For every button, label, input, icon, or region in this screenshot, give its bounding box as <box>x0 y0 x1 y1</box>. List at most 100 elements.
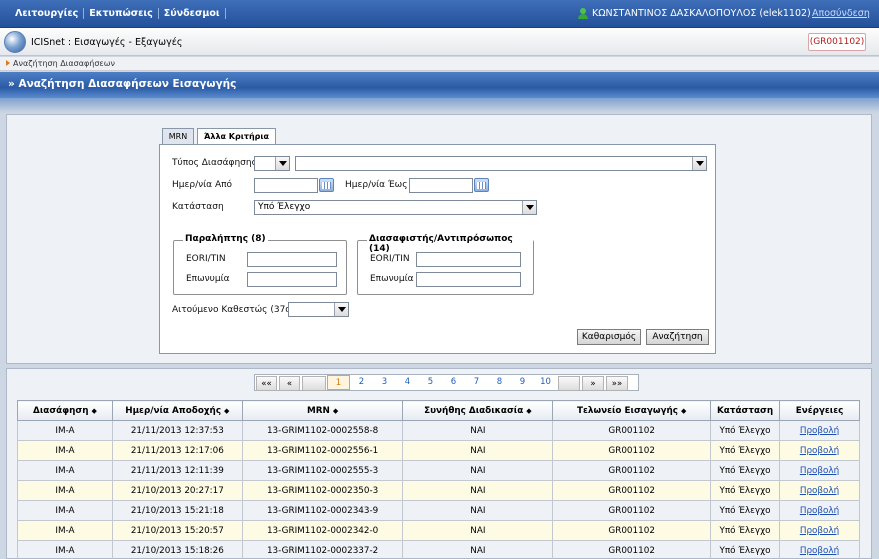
view-link[interactable]: Προβολή <box>800 526 839 536</box>
tab-other-criteria[interactable]: Άλλα Κριτήρια <box>197 128 276 145</box>
pager-page[interactable]: 1 <box>327 375 350 390</box>
menu-item-functions[interactable]: Λειτουργίες <box>10 8 85 19</box>
table-row: IM-A 21/10/2013 15:18:26 13-GRIM1102-000… <box>17 540 860 559</box>
sort-icon: ◆ <box>91 406 97 415</box>
cell-actions: Προβολή <box>779 500 860 521</box>
search-button[interactable]: Αναζήτηση <box>646 329 709 345</box>
cell-customs-office: GR001102 <box>552 540 712 559</box>
cell-acceptance-date: 21/11/2013 12:37:53 <box>111 420 243 441</box>
consignee-eori-input[interactable] <box>247 252 337 267</box>
declarant-name-label: Επωνυμία <box>370 274 414 284</box>
table-row: IM-A 21/11/2013 12:11:39 13-GRIM1102-000… <box>17 460 860 481</box>
cell-actions: Προβολή <box>779 480 860 501</box>
menu-item-prints[interactable]: Εκτυπώσεις <box>84 8 159 19</box>
declaration-type-label: Τύπος Διασάφησης <box>172 158 257 168</box>
column-header-status: Κατάσταση <box>710 400 781 421</box>
cell-declaration: IM-A <box>17 440 113 461</box>
declaration-type-description-select[interactable] <box>295 156 707 171</box>
breadcrumb-item[interactable]: Αναζήτηση Διασαφήσεων <box>13 59 115 68</box>
cell-mrn: 13-GRIM1102-0002555-3 <box>241 460 404 481</box>
declarant-group: Διασαφιστής/Αντιπρόσωπος (14) EORI/TIN Ε… <box>357 234 534 295</box>
column-header-mrn[interactable]: MRN ◆ <box>241 400 404 421</box>
cell-usual-procedure: NAI <box>402 520 554 541</box>
cell-customs-office: GR001102 <box>552 520 712 541</box>
view-link[interactable]: Προβολή <box>800 486 839 496</box>
cell-status: Υπό Έλεγχο <box>710 440 781 461</box>
calendar-icon[interactable] <box>474 178 489 192</box>
cell-status: Υπό Έλεγχο <box>710 540 781 559</box>
cell-actions: Προβολή <box>779 460 860 481</box>
declarant-eori-label: EORI/TIN <box>370 254 410 264</box>
user-name: ΚΩΝΣΤΑΝΤΙΝΟΣ ΔΑΣΚΑΛΟΠΟΥΛΟΣ (elek1102) <box>592 8 811 19</box>
pager-spacer <box>302 376 326 391</box>
pagination: «« « 1 2 3 4 5 6 7 8 9 10 » »» <box>254 374 639 391</box>
declarant-name-input[interactable] <box>416 272 521 287</box>
user-info: ΚΩΝΣΤΑΝΤΙΝΟΣ ΔΑΣΚΑΛΟΠΟΥΛΟΣ (elek1102) <box>578 8 811 19</box>
pager-next-button[interactable]: » <box>582 376 604 391</box>
cell-usual-procedure: NAI <box>402 440 554 461</box>
cell-customs-office: GR001102 <box>552 500 712 521</box>
pager-page[interactable]: 4 <box>396 375 419 390</box>
cell-declaration: IM-A <box>17 480 113 501</box>
section-divider <box>0 98 879 113</box>
column-header-acceptance-date[interactable]: Ημερ/νία Αποδοχής ◆ <box>111 400 243 421</box>
column-header-customs-office[interactable]: Τελωνείο Εισαγωγής ◆ <box>552 400 712 421</box>
pager-last-button[interactable]: »» <box>606 376 628 391</box>
cell-usual-procedure: NAI <box>402 540 554 559</box>
cell-mrn: 13-GRIM1102-0002337-2 <box>241 540 404 559</box>
column-header-usual-procedure[interactable]: Συνήθης Διαδικασία ◆ <box>402 400 554 421</box>
globe-logo-icon <box>4 31 26 53</box>
declaration-type-select[interactable] <box>254 156 290 171</box>
consignee-name-input[interactable] <box>247 272 337 287</box>
cell-declaration: IM-A <box>17 520 113 541</box>
logout-link[interactable]: Αποσύνδεση <box>812 8 870 19</box>
customs-office-badge: (GR001102) <box>808 33 866 51</box>
pager-page[interactable]: 7 <box>465 375 488 390</box>
pager-first-button[interactable]: «« <box>256 376 277 391</box>
column-header-declaration[interactable]: Διασάφηση ◆ <box>17 400 113 421</box>
requested-regime-select[interactable] <box>288 302 349 317</box>
pager-page[interactable]: 6 <box>442 375 465 390</box>
pager-page[interactable]: 3 <box>373 375 396 390</box>
table-row: IM-A 21/11/2013 12:37:53 13-GRIM1102-000… <box>17 420 860 441</box>
view-link[interactable]: Προβολή <box>800 426 839 436</box>
view-link[interactable]: Προβολή <box>800 446 839 456</box>
cell-customs-office: GR001102 <box>552 420 712 441</box>
pager-page[interactable]: 8 <box>488 375 511 390</box>
menu-item-links[interactable]: Σύνδεσμοι <box>159 8 226 19</box>
status-select[interactable]: Υπό Έλεγχο <box>254 200 537 215</box>
cell-declaration: IM-A <box>17 540 113 559</box>
pager-page[interactable]: 2 <box>350 375 373 390</box>
view-link[interactable]: Προβολή <box>800 546 839 556</box>
table-row: IM-A 21/10/2013 15:20:57 13-GRIM1102-000… <box>17 520 860 541</box>
pager-spacer <box>558 376 580 391</box>
date-from-input[interactable] <box>254 178 318 193</box>
main-menu: Λειτουργίες Εκτυπώσεις Σύνδεσμοι <box>10 8 226 19</box>
calendar-icon[interactable] <box>319 178 334 192</box>
cell-actions: Προβολή <box>779 520 860 541</box>
pager-page[interactable]: 9 <box>511 375 534 390</box>
cell-usual-procedure: NAI <box>402 460 554 481</box>
view-link[interactable]: Προβολή <box>800 466 839 476</box>
cell-status: Υπό Έλεγχο <box>710 500 781 521</box>
pager-page[interactable]: 5 <box>419 375 442 390</box>
cell-mrn: 13-GRIM1102-0002350-3 <box>241 480 404 501</box>
pager-prev-button[interactable]: « <box>279 376 300 391</box>
chevron-down-icon <box>334 303 348 316</box>
cell-mrn: 13-GRIM1102-0002558-8 <box>241 420 404 441</box>
breadcrumb-arrow-icon <box>6 60 10 66</box>
cell-declaration: IM-A <box>17 420 113 441</box>
cell-status: Υπό Έλεγχο <box>710 480 781 501</box>
tab-mrn[interactable]: MRN <box>162 128 194 144</box>
cell-status: Υπό Έλεγχο <box>710 460 781 481</box>
cell-acceptance-date: 21/11/2013 12:11:39 <box>111 460 243 481</box>
clear-button[interactable]: Καθαρισμός <box>577 329 641 345</box>
pager-page[interactable]: 10 <box>534 375 557 390</box>
cell-mrn: 13-GRIM1102-0002343-9 <box>241 500 404 521</box>
date-to-input[interactable] <box>409 178 473 193</box>
column-header-actions: Ενέργειες <box>779 400 860 421</box>
declarant-eori-input[interactable] <box>416 252 521 267</box>
chevron-down-icon <box>275 157 289 170</box>
top-menu-bar: Λειτουργίες Εκτυπώσεις Σύνδεσμοι ΚΩΝΣΤΑΝ… <box>0 0 879 28</box>
view-link[interactable]: Προβολή <box>800 506 839 516</box>
